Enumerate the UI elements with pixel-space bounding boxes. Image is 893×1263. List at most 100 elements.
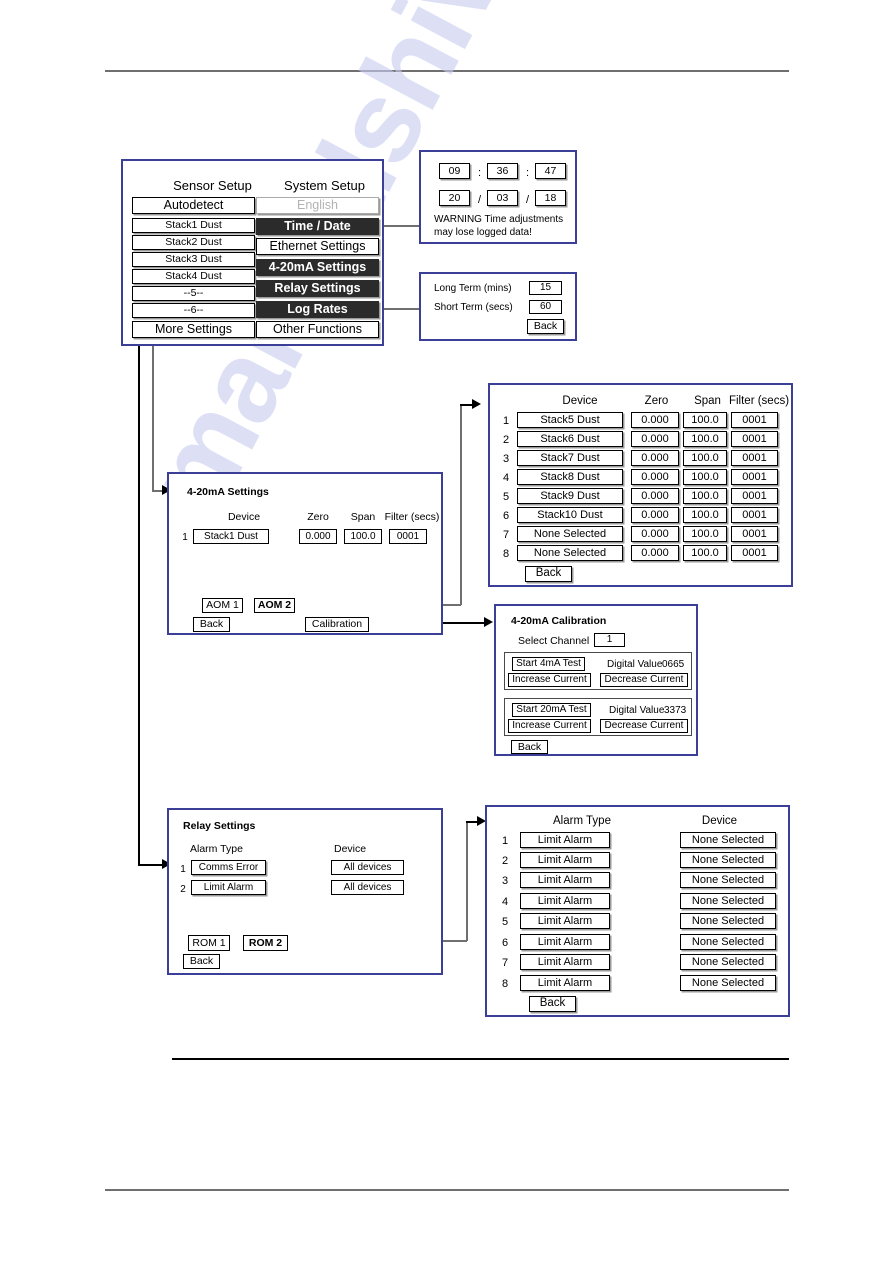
alarm-type-field[interactable]: Limit Alarm [191,880,266,895]
rom1-tab-button[interactable]: ROM 1 [188,935,230,951]
date-separator-1: / [478,194,482,206]
alarm-type-field[interactable]: Limit Alarm [520,975,610,991]
calibration-back-button[interactable]: Back [511,740,548,754]
aom-devices-back-button[interactable]: Back [525,566,572,582]
menu-item-more-settings[interactable]: More Settings [132,321,255,338]
alarm-type-field[interactable]: Limit Alarm [520,872,610,888]
menu-item-other-functions[interactable]: Other Functions [256,321,379,338]
device-field[interactable]: None Selected [680,852,776,868]
menu-item-log-rates[interactable]: Log Rates [256,301,379,318]
span-field[interactable]: 100.0 [683,412,727,428]
select-channel-field[interactable]: 1 [594,633,625,647]
start-20ma-test-button[interactable]: Start 20mA Test [512,703,591,717]
device-field[interactable]: All devices [331,880,404,895]
menu-item-time-date[interactable]: Time / Date [256,218,379,235]
device-field[interactable]: Stack1 Dust [193,529,269,544]
menu-item-stack3-dust[interactable]: Stack3 Dust [132,252,255,267]
span-field[interactable]: 100.0 [683,507,727,523]
zero-field[interactable]: 0.000 [631,469,679,485]
menu-item-slot5[interactable]: --5-- [132,286,255,301]
device-field[interactable]: Stack9 Dust [517,488,623,504]
menu-item-autodetect[interactable]: Autodetect [132,197,255,214]
increase-current-4ma-button[interactable]: Increase Current [508,673,591,687]
device-field[interactable]: None Selected [680,872,776,888]
alarm-table-back-button[interactable]: Back [529,996,576,1012]
calibration-button[interactable]: Calibration [305,617,369,632]
device-field[interactable]: Stack10 Dust [517,507,623,523]
hour-field[interactable]: 09 [439,163,470,179]
device-field[interactable]: None Selected [517,545,623,561]
device-field[interactable]: Stack5 Dust [517,412,623,428]
relay-settings-back-button[interactable]: Back [183,954,220,969]
alarm-type-field[interactable]: Limit Alarm [520,954,610,970]
zero-field[interactable]: 0.000 [631,431,679,447]
day-field[interactable]: 20 [439,190,470,206]
filter-field[interactable]: 0001 [731,507,778,523]
menu-item-relay-settings[interactable]: Relay Settings [256,280,379,297]
alarm-type-field[interactable]: Limit Alarm [520,893,610,909]
device-field[interactable]: None Selected [680,975,776,991]
rom2-tab-button[interactable]: ROM 2 [243,935,288,951]
menu-item-stack1-dust[interactable]: Stack1 Dust [132,218,255,233]
filter-col-header: Filter (secs) [728,395,790,407]
minute-field[interactable]: 36 [487,163,518,179]
alarm-type-field[interactable]: Limit Alarm [520,832,610,848]
span-field[interactable]: 100.0 [683,431,727,447]
device-field[interactable]: None Selected [680,832,776,848]
filter-field[interactable]: 0001 [731,431,778,447]
span-field[interactable]: 100.0 [344,529,382,544]
start-4ma-test-button[interactable]: Start 4mA Test [512,657,585,671]
span-field[interactable]: 100.0 [683,545,727,561]
menu-item-4-20ma-settings[interactable]: 4-20mA Settings [256,259,379,276]
short-term-field[interactable]: 60 [529,300,562,314]
aom-settings-back-button[interactable]: Back [193,617,230,632]
menu-item-english[interactable]: English [256,197,379,214]
alarm-type-field[interactable]: Limit Alarm [520,913,610,929]
decrease-current-4ma-button[interactable]: Decrease Current [600,673,688,687]
device-field[interactable]: None Selected [680,913,776,929]
zero-field[interactable]: 0.000 [299,529,337,544]
menu-item-ethernet-settings[interactable]: Ethernet Settings [256,238,379,255]
device-field[interactable]: All devices [331,860,404,875]
zero-field[interactable]: 0.000 [631,488,679,504]
filter-field[interactable]: 0001 [731,526,778,542]
zero-field[interactable]: 0.000 [631,450,679,466]
device-field[interactable]: None Selected [517,526,623,542]
device-field[interactable]: None Selected [680,893,776,909]
device-field[interactable]: Stack6 Dust [517,431,623,447]
zero-field[interactable]: 0.000 [631,412,679,428]
device-field[interactable]: Stack7 Dust [517,450,623,466]
time-warning-line1: WARNING Time adjustments [434,214,564,225]
decrease-current-20ma-button[interactable]: Decrease Current [600,719,688,733]
filter-field[interactable]: 0001 [731,450,778,466]
aom1-tab-button[interactable]: AOM 1 [202,598,243,613]
zero-field[interactable]: 0.000 [631,507,679,523]
month-field[interactable]: 03 [487,190,518,206]
span-field[interactable]: 100.0 [683,450,727,466]
alarm-type-field[interactable]: Limit Alarm [520,934,610,950]
aom2-tab-button[interactable]: AOM 2 [254,598,295,613]
long-term-field[interactable]: 15 [529,281,562,295]
device-field[interactable]: None Selected [680,934,776,950]
span-field[interactable]: 100.0 [683,488,727,504]
span-field[interactable]: 100.0 [683,526,727,542]
filter-field[interactable]: 0001 [731,469,778,485]
increase-current-20ma-button[interactable]: Increase Current [508,719,591,733]
filter-field[interactable]: 0001 [389,529,427,544]
second-field[interactable]: 47 [535,163,566,179]
filter-field[interactable]: 0001 [731,412,778,428]
menu-item-slot6[interactable]: --6-- [132,303,255,318]
alarm-type-field[interactable]: Comms Error [191,860,266,875]
alarm-type-field[interactable]: Limit Alarm [520,852,610,868]
zero-field[interactable]: 0.000 [631,545,679,561]
filter-field[interactable]: 0001 [731,488,778,504]
span-field[interactable]: 100.0 [683,469,727,485]
menu-item-stack4-dust[interactable]: Stack4 Dust [132,269,255,284]
zero-field[interactable]: 0.000 [631,526,679,542]
filter-field[interactable]: 0001 [731,545,778,561]
device-field[interactable]: None Selected [680,954,776,970]
log-rates-back-button[interactable]: Back [527,319,564,334]
menu-item-stack2-dust[interactable]: Stack2 Dust [132,235,255,250]
device-field[interactable]: Stack8 Dust [517,469,623,485]
year-field[interactable]: 18 [535,190,566,206]
